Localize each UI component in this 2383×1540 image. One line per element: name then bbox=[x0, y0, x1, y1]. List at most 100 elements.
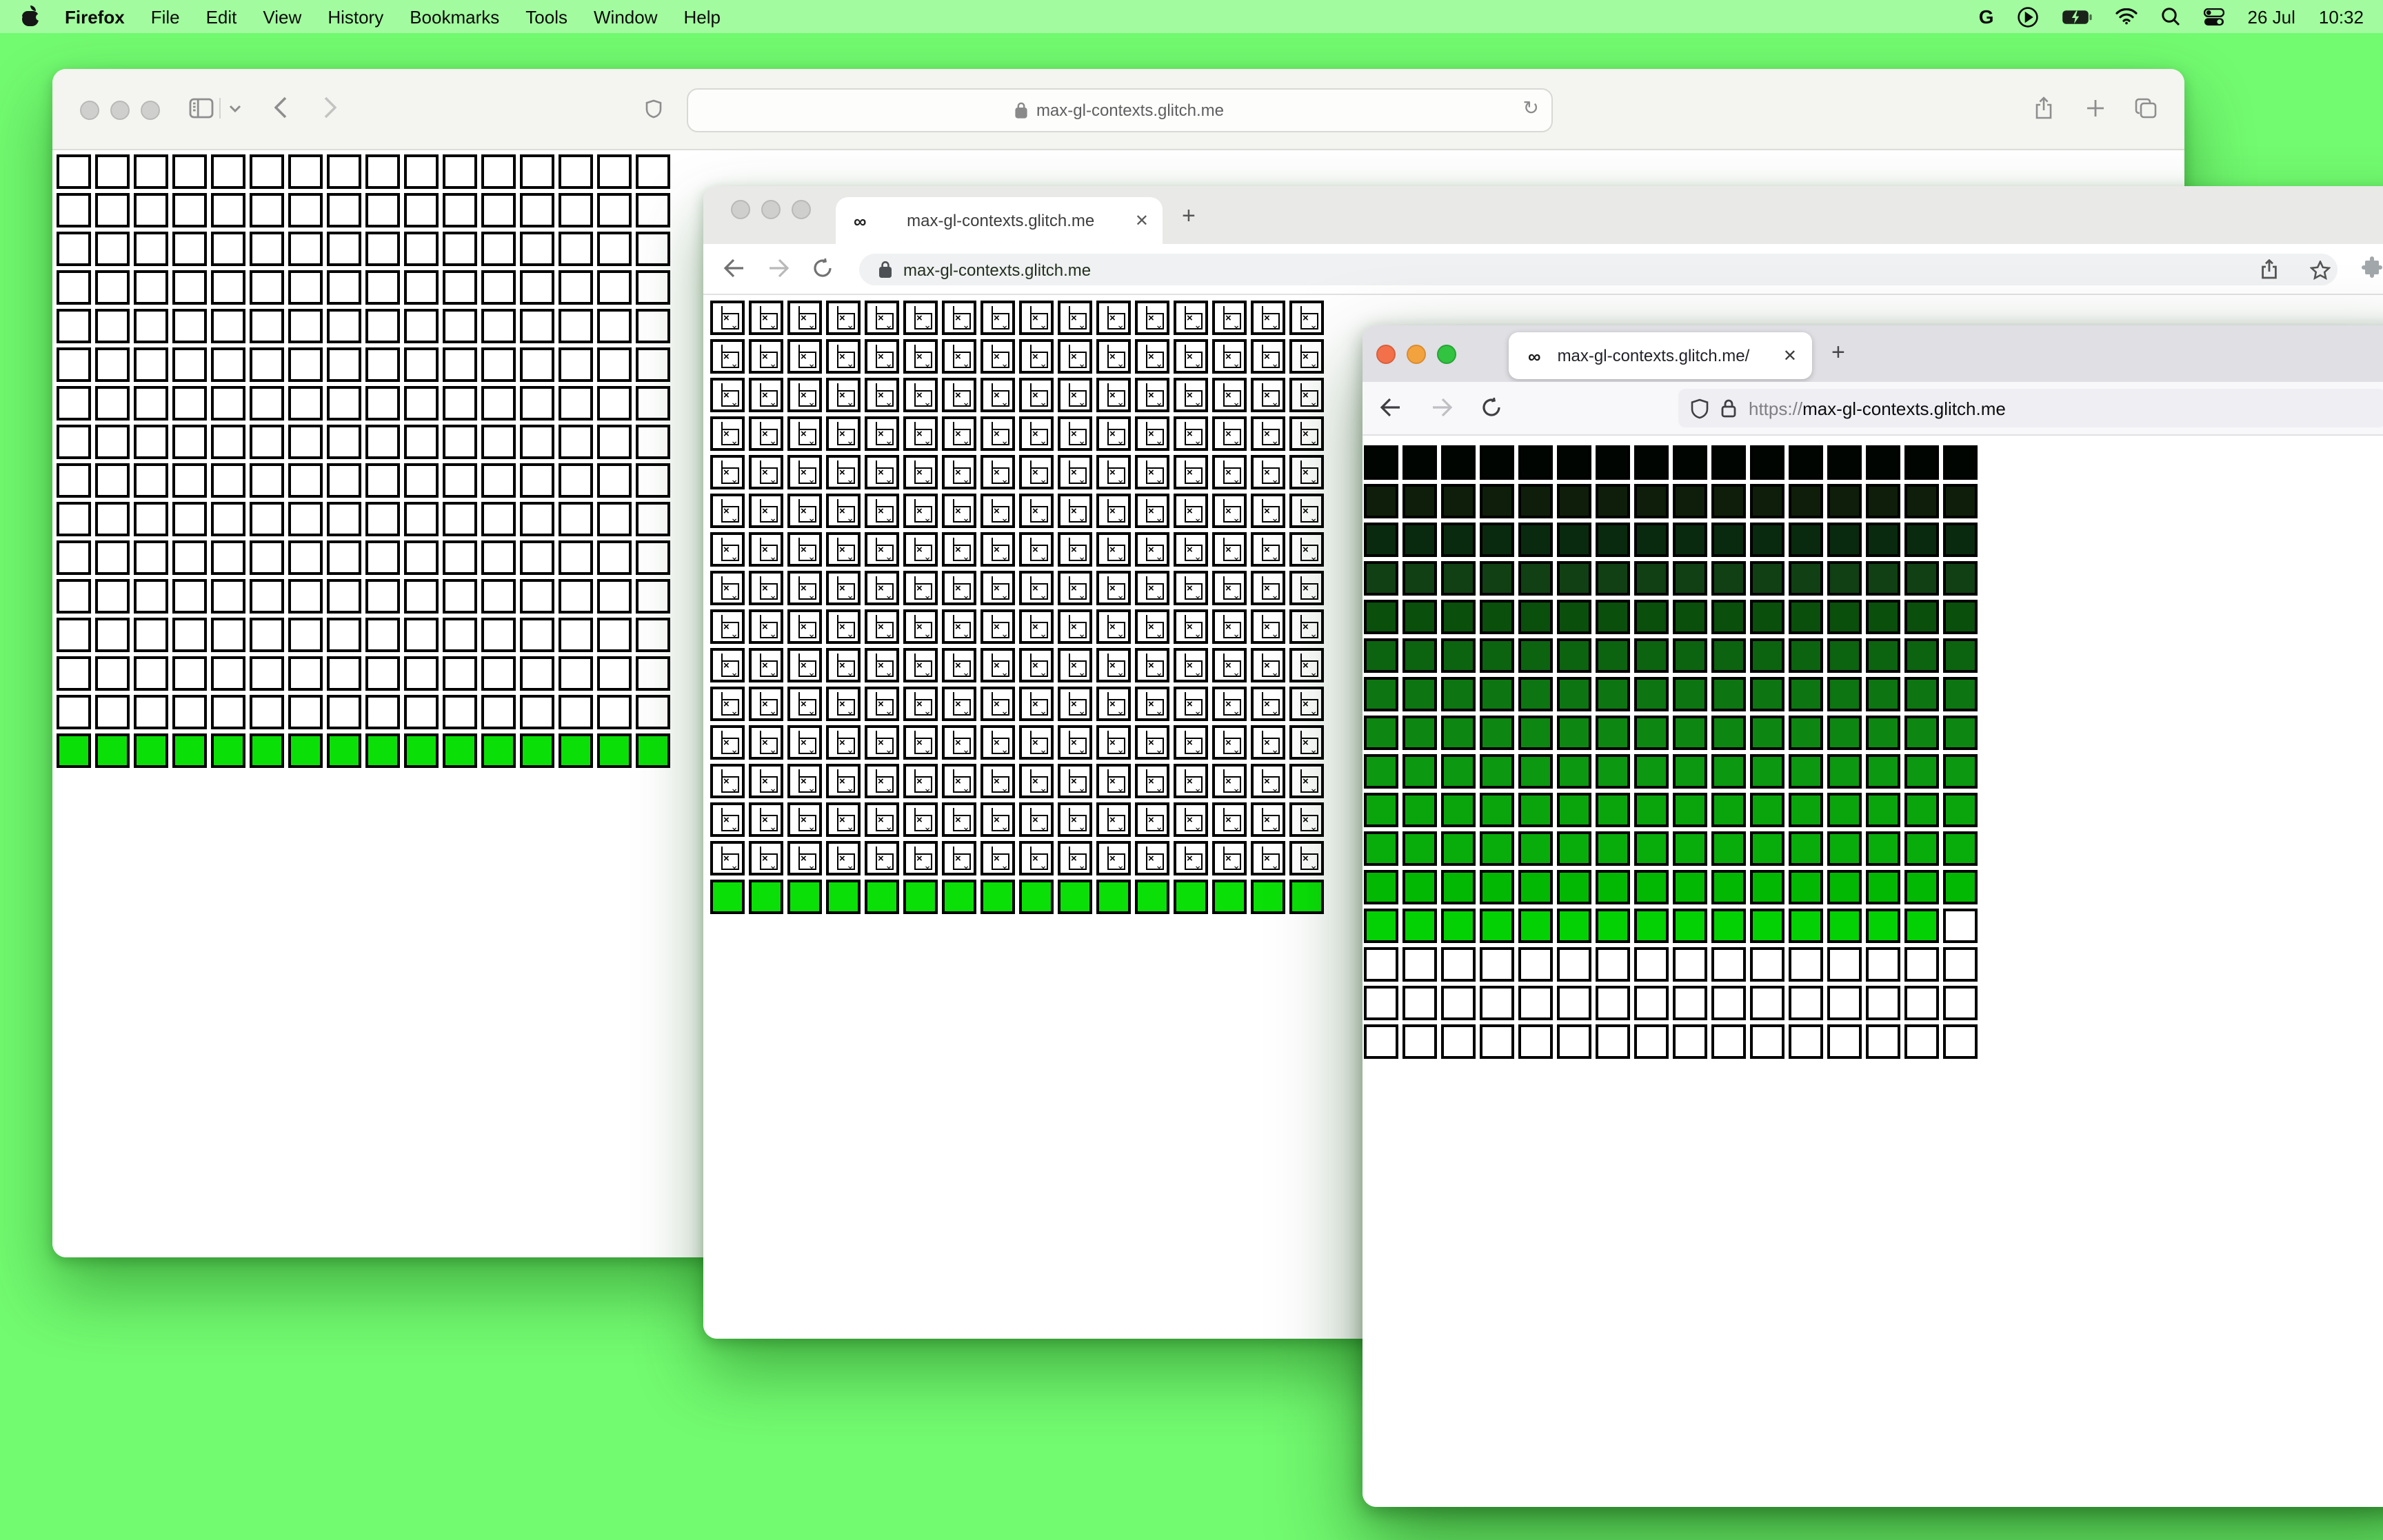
broken-image-icon: × ⌄ bbox=[798, 576, 816, 601]
menu-file[interactable]: File bbox=[151, 6, 180, 27]
grid-cell bbox=[826, 880, 861, 914]
battery-icon[interactable] bbox=[2062, 9, 2092, 24]
google-status-icon[interactable]: G bbox=[1979, 6, 1994, 28]
menu-date[interactable]: 26 Jul bbox=[2248, 6, 2295, 27]
zoom-button[interactable] bbox=[141, 101, 160, 120]
grid-cell bbox=[250, 463, 284, 498]
safari-traffic-lights[interactable] bbox=[80, 101, 160, 120]
menu-edit[interactable]: Edit bbox=[206, 6, 237, 27]
menu-bookmarks[interactable]: Bookmarks bbox=[410, 6, 499, 27]
menu-view[interactable]: View bbox=[263, 6, 301, 27]
grid-cell: × ⌄ bbox=[1019, 571, 1054, 605]
grid-cell bbox=[211, 733, 245, 768]
firefox-active-tab[interactable]: ∞ max-gl-contexts.glitch.me/ ✕ bbox=[1509, 332, 1812, 379]
bookmark-star-icon[interactable] bbox=[2310, 260, 2331, 279]
grid-cell bbox=[404, 618, 439, 652]
grid-cell bbox=[1711, 947, 1746, 982]
broken-image-icon: × ⌄ bbox=[1107, 422, 1125, 447]
new-tab-button[interactable]: + bbox=[1182, 203, 1196, 230]
grid-cell bbox=[1441, 831, 1476, 866]
forward-button[interactable] bbox=[768, 258, 790, 278]
zoom-button[interactable] bbox=[1437, 345, 1456, 364]
close-button[interactable] bbox=[1376, 345, 1396, 364]
firefox-address-bar[interactable]: https://max-gl-contexts.glitch.me bbox=[1678, 389, 2383, 427]
chevron-down-icon[interactable] bbox=[229, 105, 241, 113]
grid-cell bbox=[597, 540, 632, 575]
chrome-address-bar[interactable]: max-gl-contexts.glitch.me bbox=[859, 254, 2337, 285]
grid-cell bbox=[636, 154, 670, 189]
menu-tools[interactable]: Tools bbox=[525, 6, 567, 27]
grid-cell bbox=[1943, 754, 1978, 789]
firefox-window[interactable]: ∞ max-gl-contexts.glitch.me/ ✕ + https:/… bbox=[1363, 325, 2383, 1507]
search-icon[interactable] bbox=[2161, 7, 2180, 26]
grid-cell bbox=[1402, 523, 1437, 557]
broken-image-icon: × ⌄ bbox=[759, 769, 778, 794]
close-button[interactable] bbox=[80, 101, 99, 120]
share-icon[interactable] bbox=[2034, 97, 2053, 120]
tabs-overview-icon[interactable] bbox=[2135, 98, 2157, 119]
reload-icon[interactable] bbox=[812, 258, 833, 278]
menu-app-name[interactable]: Firefox bbox=[65, 6, 125, 27]
grid-cell bbox=[365, 733, 400, 768]
grid-cell: × ⌄ bbox=[1019, 725, 1054, 760]
grid-cell: × ⌄ bbox=[1251, 841, 1285, 875]
control-center-icon[interactable] bbox=[2203, 8, 2224, 26]
play-status-icon[interactable] bbox=[2017, 6, 2038, 27]
back-button[interactable] bbox=[274, 97, 287, 119]
reload-icon[interactable]: ↻ bbox=[1523, 97, 1539, 120]
share-icon[interactable] bbox=[2260, 259, 2278, 280]
safari-address-bar[interactable]: max-gl-contexts.glitch.me ↻ bbox=[687, 88, 1553, 132]
grid-cell: × ⌄ bbox=[865, 416, 899, 451]
grid-cell: × ⌄ bbox=[1019, 802, 1054, 837]
grid-cell bbox=[1866, 986, 1900, 1020]
broken-image-icon: × ⌄ bbox=[1223, 306, 1241, 331]
new-tab-plus-icon[interactable] bbox=[2087, 99, 2104, 117]
forward-button[interactable] bbox=[324, 97, 336, 119]
menu-history[interactable]: History bbox=[328, 6, 383, 27]
broken-image-icon: × ⌄ bbox=[721, 808, 739, 833]
menu-help[interactable]: Help bbox=[684, 6, 721, 27]
grid-cell: × ⌄ bbox=[1251, 802, 1285, 837]
grid-cell bbox=[1904, 600, 1939, 634]
apple-menu-icon[interactable] bbox=[22, 6, 42, 26]
broken-image-icon: × ⌄ bbox=[759, 731, 778, 756]
minimize-button[interactable] bbox=[761, 200, 781, 219]
grid-cell bbox=[1750, 484, 1784, 518]
privacy-shield-icon[interactable] bbox=[645, 99, 662, 119]
grid-cell bbox=[1480, 831, 1514, 866]
firefox-traffic-lights[interactable] bbox=[1376, 345, 1456, 364]
tab-close-icon[interactable]: ✕ bbox=[1135, 211, 1149, 230]
reload-icon[interactable] bbox=[1481, 397, 1502, 418]
tracking-shield-icon[interactable] bbox=[1691, 398, 1709, 418]
wifi-icon[interactable] bbox=[2115, 8, 2138, 25]
grid-cell bbox=[172, 270, 207, 305]
broken-image-icon: × ⌄ bbox=[991, 576, 1009, 601]
broken-image-icon: × ⌄ bbox=[1184, 499, 1203, 524]
broken-image-icon: × ⌄ bbox=[1029, 615, 1048, 640]
broken-image-icon: × ⌄ bbox=[721, 769, 739, 794]
minimize-button[interactable] bbox=[1407, 345, 1426, 364]
grid-cell: × ⌄ bbox=[710, 378, 745, 412]
lock-icon bbox=[1016, 102, 1028, 119]
forward-button[interactable] bbox=[1431, 397, 1454, 418]
grid-cell bbox=[250, 270, 284, 305]
grid-cell bbox=[1789, 445, 1823, 480]
chrome-traffic-lights[interactable] bbox=[731, 200, 811, 219]
close-button[interactable] bbox=[731, 200, 750, 219]
sidebar-icon[interactable] bbox=[189, 98, 214, 119]
grid-cell: × ⌄ bbox=[710, 648, 745, 682]
url-scheme: https:// bbox=[1749, 398, 1803, 418]
menu-window[interactable]: Window bbox=[594, 6, 658, 27]
grid-cell bbox=[172, 193, 207, 227]
back-button[interactable] bbox=[723, 258, 745, 278]
minimize-button[interactable] bbox=[110, 101, 130, 120]
zoom-button[interactable] bbox=[792, 200, 811, 219]
grid-cell: × ⌄ bbox=[1135, 841, 1169, 875]
back-button[interactable] bbox=[1379, 397, 1401, 418]
new-tab-button[interactable]: + bbox=[1831, 339, 1845, 367]
broken-image-icon: × ⌄ bbox=[1223, 576, 1241, 601]
tab-close-icon[interactable]: ✕ bbox=[1783, 346, 1797, 365]
chrome-active-tab[interactable]: ∞ max-gl-contexts.glitch.me ✕ bbox=[836, 197, 1163, 244]
menu-time[interactable]: 10:32 bbox=[2319, 6, 2364, 27]
extensions-puzzle-icon[interactable] bbox=[2361, 256, 2383, 278]
